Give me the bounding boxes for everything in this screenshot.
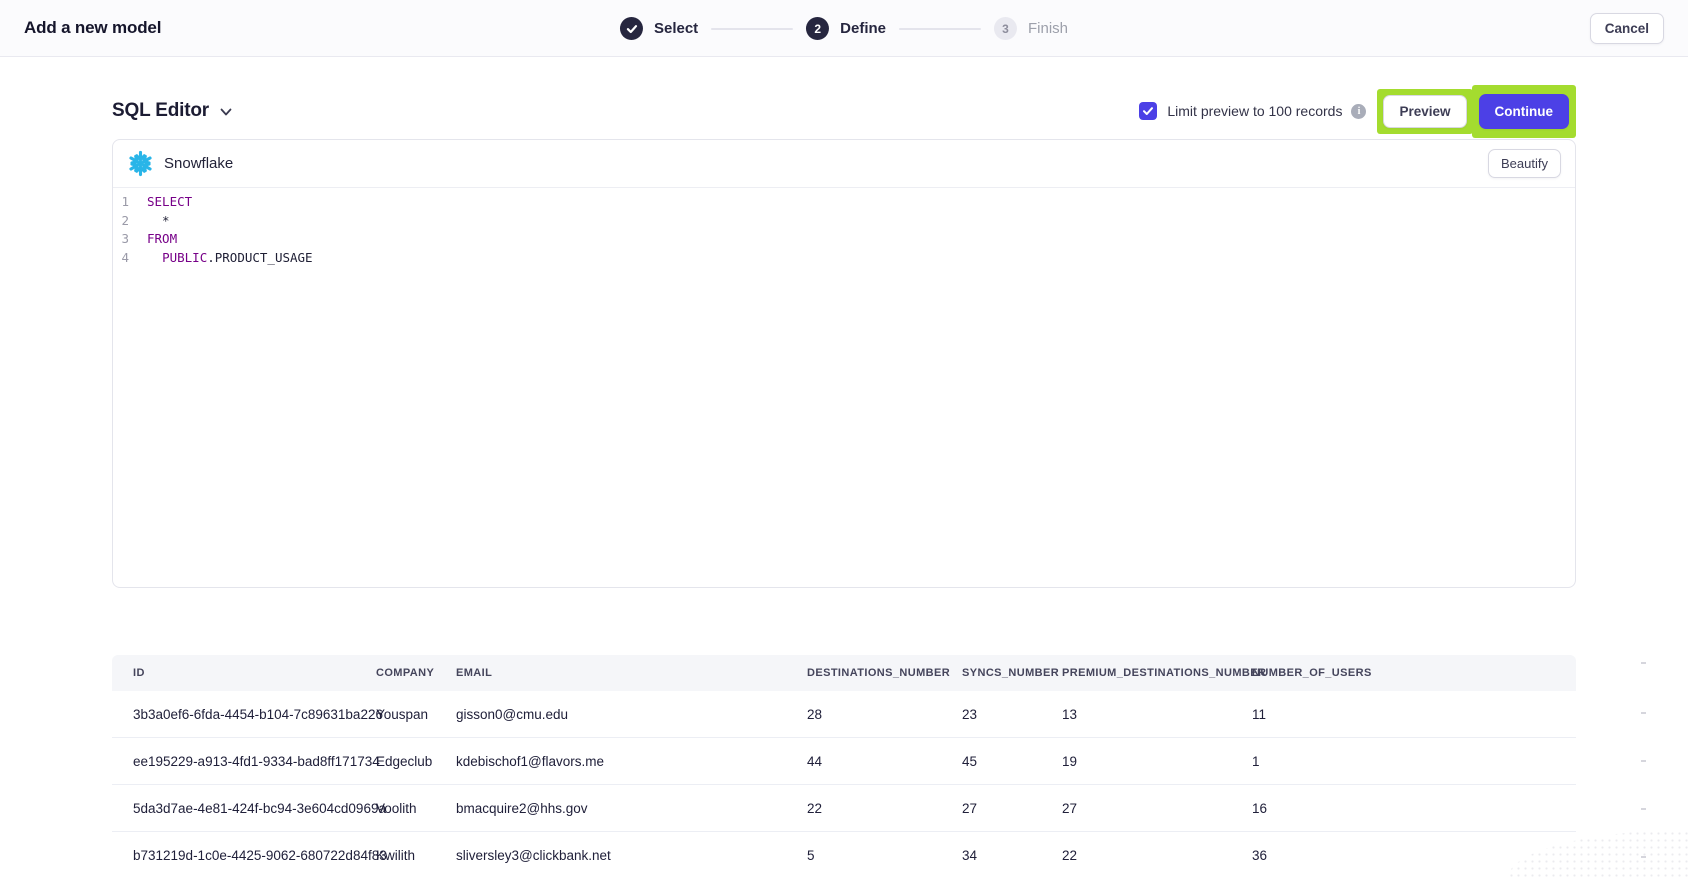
table-row[interactable]: ee195229-a913-4fd1-9334-bad8ff171734Edge… xyxy=(112,738,1576,785)
table-header-row: IDCOMPANYEMAILDESTINATIONS_NUMBERSYNCS_N… xyxy=(112,655,1576,691)
preview-controls: Limit preview to 100 records i Preview C… xyxy=(1139,85,1576,138)
table-cell: Voolith xyxy=(376,801,456,816)
table-cell: Edgeclub xyxy=(376,754,456,769)
column-header: ID xyxy=(133,667,376,679)
table-cell: 19 xyxy=(1062,754,1252,769)
line-number: 1 xyxy=(113,193,129,212)
table-cell: 44 xyxy=(807,754,962,769)
step-label: Select xyxy=(654,20,698,37)
code-line: 1 SELECT xyxy=(113,193,1575,212)
table-cell: kdebischof1@flavors.me xyxy=(456,754,807,769)
source-name: Snowflake xyxy=(164,155,233,172)
preview-results-table: IDCOMPANYEMAILDESTINATIONS_NUMBERSYNCS_N… xyxy=(112,655,1576,878)
line-number: 2 xyxy=(113,212,129,231)
table-cell: Kwilith xyxy=(376,848,456,863)
check-icon xyxy=(1142,105,1154,117)
table-row[interactable]: 5da3d7ae-4e81-424f-bc94-3e604cd0969aVool… xyxy=(112,785,1576,832)
table-cell: 1 xyxy=(1252,754,1555,769)
cropped-overflow-mark xyxy=(1641,662,1646,664)
continue-button-highlight: Continue xyxy=(1472,85,1577,138)
stepper: Select 2 Define 3 Finish xyxy=(620,0,1068,57)
table-cell: sliversley3@clickbank.net xyxy=(456,848,807,863)
line-number: 3 xyxy=(113,230,129,249)
step-finish[interactable]: 3 Finish xyxy=(994,17,1068,40)
cropped-overflow-mark xyxy=(1641,760,1646,762)
sql-code-editor[interactable]: 1SELECT2 *3FROM4 PUBLIC.PRODUCT_USAGE xyxy=(113,188,1575,267)
sql-editor-panel: Snowflake Beautify 1SELECT2 *3FROM4 PUBL… xyxy=(112,139,1576,588)
code-line: 4 PUBLIC.PRODUCT_USAGE xyxy=(113,249,1575,268)
table-cell: 36 xyxy=(1252,848,1555,863)
code-segment-plain xyxy=(147,250,162,265)
main-content: SQL Editor Limit preview to 100 records … xyxy=(112,83,1576,878)
code-segment-plain: * xyxy=(147,213,170,228)
column-header: NUMBER_OF_USERS xyxy=(1252,667,1555,679)
table-cell: 22 xyxy=(807,801,962,816)
code-line: 3 FROM xyxy=(113,230,1575,249)
column-header: PREMIUM_DESTINATIONS_NUMBER xyxy=(1062,667,1252,679)
editor-header: Snowflake Beautify xyxy=(113,140,1575,188)
preview-button-highlight: Preview xyxy=(1377,89,1472,134)
page-title: Add a new model xyxy=(24,18,161,38)
table-cell: 28 xyxy=(807,707,962,722)
limit-preview-label: Limit preview to 100 records xyxy=(1167,103,1342,119)
topbar: Add a new model Select 2 Define 3 Finish Can… xyxy=(0,0,1688,57)
table-cell: 22 xyxy=(1062,848,1252,863)
table-cell: 23 xyxy=(962,707,1062,722)
table-cell: 45 xyxy=(962,754,1062,769)
step-connector xyxy=(899,28,981,30)
table-row[interactable]: b731219d-1c0e-4425-9062-680722d84f83Kwil… xyxy=(112,832,1576,878)
table-cell: 13 xyxy=(1062,707,1252,722)
table-cell: 27 xyxy=(1062,801,1252,816)
table-cell: ee195229-a913-4fd1-9334-bad8ff171734 xyxy=(133,754,376,769)
beautify-button[interactable]: Beautify xyxy=(1488,149,1561,178)
snowflake-icon xyxy=(127,150,154,177)
cancel-button[interactable]: Cancel xyxy=(1590,13,1664,44)
code-text: PUBLIC.PRODUCT_USAGE xyxy=(147,249,313,268)
model-type-label: SQL Editor xyxy=(112,100,209,122)
table-cell: gisson0@cmu.edu xyxy=(456,707,807,722)
column-header: EMAIL xyxy=(456,667,807,679)
table-cell: bmacquire2@hhs.gov xyxy=(456,801,807,816)
code-segment-keyword: SELECT xyxy=(147,194,192,209)
column-header: DESTINATIONS_NUMBER xyxy=(807,667,962,679)
editor-toolbar: SQL Editor Limit preview to 100 records … xyxy=(112,83,1576,139)
step-connector xyxy=(711,28,793,30)
code-segment-keyword: PUBLIC xyxy=(162,250,207,265)
step-define[interactable]: 2 Define xyxy=(806,17,886,40)
continue-button[interactable]: Continue xyxy=(1479,94,1570,129)
code-line: 2 * xyxy=(113,212,1575,231)
table-cell: 11 xyxy=(1252,707,1555,722)
step-number: 3 xyxy=(994,17,1017,40)
table-row[interactable]: 3b3a0ef6-6fda-4454-b104-7c89631ba226Yous… xyxy=(112,691,1576,738)
limit-preview-checkbox[interactable] xyxy=(1139,102,1157,120)
code-text: SELECT xyxy=(147,193,192,212)
step-number: 2 xyxy=(806,17,829,40)
check-icon xyxy=(620,17,643,40)
cropped-overflow-mark xyxy=(1641,712,1646,714)
preview-button[interactable]: Preview xyxy=(1383,95,1466,128)
column-header: COMPANY xyxy=(376,667,456,679)
cropped-overflow-mark xyxy=(1641,856,1646,858)
table-cell: Youspan xyxy=(376,707,456,722)
step-label: Define xyxy=(840,20,886,37)
cropped-overflow-mark xyxy=(1641,808,1646,810)
table-cell: b731219d-1c0e-4425-9062-680722d84f83 xyxy=(133,848,376,863)
table-cell: 34 xyxy=(962,848,1062,863)
chevron-down-icon xyxy=(219,105,233,119)
step-select[interactable]: Select xyxy=(620,17,698,40)
column-header: SYNCS_NUMBER xyxy=(962,667,1062,679)
table-cell: 5da3d7ae-4e81-424f-bc94-3e604cd0969a xyxy=(133,801,376,816)
table-cell: 3b3a0ef6-6fda-4454-b104-7c89631ba226 xyxy=(133,707,376,722)
code-text: FROM xyxy=(147,230,177,249)
code-segment-plain: .PRODUCT_USAGE xyxy=(207,250,312,265)
code-text: * xyxy=(147,212,170,231)
line-number: 4 xyxy=(113,249,129,268)
table-cell: 27 xyxy=(962,801,1062,816)
step-label: Finish xyxy=(1028,20,1068,37)
info-icon[interactable]: i xyxy=(1351,104,1366,119)
table-cell: 5 xyxy=(807,848,962,863)
model-type-dropdown[interactable]: SQL Editor xyxy=(112,100,233,122)
table-cell: 16 xyxy=(1252,801,1555,816)
code-segment-keyword: FROM xyxy=(147,231,177,246)
